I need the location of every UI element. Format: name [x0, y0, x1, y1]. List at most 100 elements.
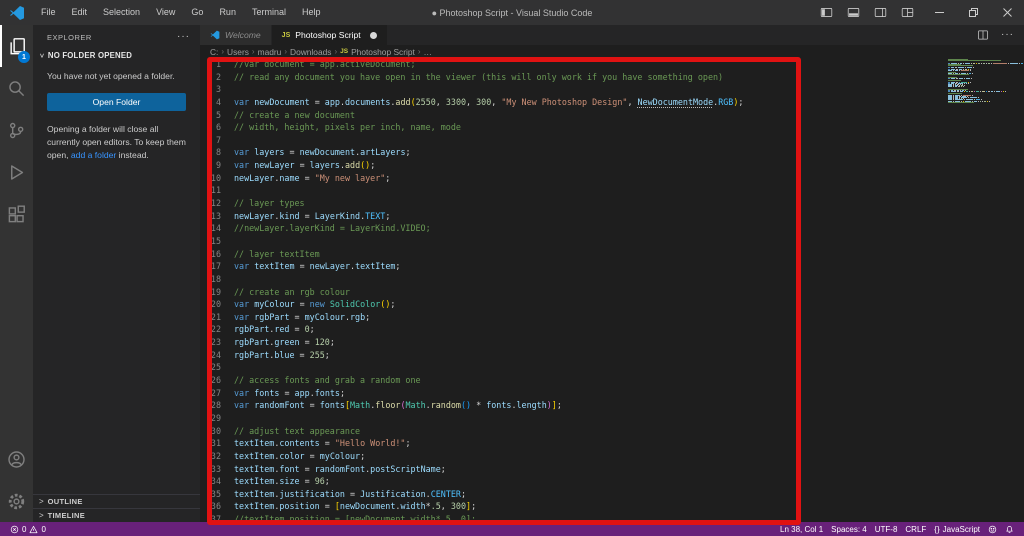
chevron-right-icon: >: [39, 497, 44, 506]
open-folder-button[interactable]: Open Folder: [47, 93, 186, 111]
minimize-button[interactable]: [922, 0, 956, 25]
minimap[interactable]: [948, 58, 1008, 103]
menu-help[interactable]: Help: [294, 0, 329, 25]
menu-view[interactable]: View: [148, 0, 183, 25]
more-actions-icon[interactable]: ···: [1001, 33, 1014, 37]
code-line: 32textItem.color = myColour;: [200, 450, 1024, 463]
no-folder-opened-section-header[interactable]: ∨ NO FOLDER OPENED: [33, 49, 200, 64]
problems-indicator[interactable]: 0 0: [6, 522, 50, 536]
accounts-icon[interactable]: [0, 438, 33, 480]
code-line: 27var fonts = app.fonts;: [200, 387, 1024, 400]
settings-gear-icon[interactable]: [0, 480, 33, 522]
explorer-icon[interactable]: 1: [0, 25, 33, 67]
breadcrumb-users[interactable]: Users: [227, 47, 249, 57]
extensions-icon[interactable]: [0, 193, 33, 235]
javascript-file-icon: JS: [282, 32, 291, 39]
code-line: 11: [200, 184, 1024, 197]
breadcrumb-file[interactable]: Photoshop Script: [351, 47, 415, 57]
menu-bar: File Edit Selection View Go Run Terminal…: [33, 0, 328, 25]
unsaved-changes-dot[interactable]: [370, 32, 377, 39]
code-line: 14//newLayer.layerKind = LayerKind.VIDEO…: [200, 222, 1024, 235]
code-line: 28var randomFont = fonts[Math.floor(Math…: [200, 399, 1024, 412]
cursor-position[interactable]: Ln 38, Col 1: [776, 522, 827, 536]
code-line: 10newLayer.name = "My new layer";: [200, 172, 1024, 185]
code-line: 1//var document = app.activeDocument;: [200, 58, 1024, 71]
indentation-setting[interactable]: Spaces: 4: [827, 522, 871, 536]
code-line: 18: [200, 273, 1024, 286]
window-controls: [922, 0, 1024, 25]
breadcrumb-symbol[interactable]: …: [424, 47, 432, 57]
breadcrumb-downloads[interactable]: Downloads: [290, 47, 331, 57]
code-line: 35textItem.justification = Justification…: [200, 488, 1024, 501]
code-line: 36textItem.position = [newDocument.width…: [200, 500, 1024, 513]
menu-edit[interactable]: Edit: [64, 0, 96, 25]
code-line: 12// layer types: [200, 197, 1024, 210]
window-title: ● Photoshop Script - Visual Studio Code: [432, 8, 593, 18]
code-line: 22rgbPart.red = 0;: [200, 323, 1024, 336]
encoding-setting[interactable]: UTF-8: [871, 522, 902, 536]
javascript-file-icon: JS: [340, 48, 348, 55]
source-control-icon[interactable]: [0, 109, 33, 151]
breadcrumb-drive[interactable]: C:: [210, 47, 218, 57]
run-and-debug-icon[interactable]: [0, 151, 33, 193]
chevron-right-icon: ›: [252, 47, 255, 56]
menu-selection[interactable]: Selection: [95, 0, 148, 25]
eol-setting[interactable]: CRLF: [901, 522, 930, 536]
no-folder-message: You have not yet opened a folder.: [47, 70, 186, 83]
activity-bar: 1: [0, 25, 33, 522]
notifications-bell-icon[interactable]: [1001, 522, 1018, 536]
code-line: 13newLayer.kind = LayerKind.TEXT;: [200, 210, 1024, 223]
code-line: 33textItem.font = randomFont.postScriptN…: [200, 463, 1024, 476]
code-editor[interactable]: 1//var document = app.activeDocument;2//…: [200, 58, 1024, 522]
vscode-logo-icon: [210, 30, 220, 40]
code-line: 21var rgbPart = myColour.rgb;: [200, 311, 1024, 324]
toggle-secondary-sidebar-icon[interactable]: [874, 6, 887, 19]
toggle-sidebar-icon[interactable]: [820, 6, 833, 19]
chevron-right-icon: ›: [284, 47, 287, 56]
menu-run[interactable]: Run: [211, 0, 244, 25]
error-icon: [10, 525, 19, 534]
code-line: 23rgbPart.green = 120;: [200, 336, 1024, 349]
tab-photoshop-script[interactable]: JS Photoshop Script: [272, 25, 387, 45]
code-line: 2// read any document you have open in t…: [200, 71, 1024, 84]
warning-icon: [29, 525, 38, 534]
explorer-sidebar: EXPLORER ··· ∨ NO FOLDER OPENED You have…: [33, 25, 200, 522]
menu-terminal[interactable]: Terminal: [244, 0, 294, 25]
add-a-folder-link[interactable]: add a folder: [71, 150, 116, 160]
code-line: 9var newLayer = layers.add();: [200, 159, 1024, 172]
close-button[interactable]: [990, 0, 1024, 25]
search-icon[interactable]: [0, 67, 33, 109]
sidebar-more-actions-icon[interactable]: ···: [177, 34, 190, 40]
code-line: 6// width, height, pixels per inch, name…: [200, 121, 1024, 134]
code-line: 34textItem.size = 96;: [200, 475, 1024, 488]
feedback-icon[interactable]: [984, 522, 1001, 536]
code-line: 26// access fonts and grab a random one: [200, 374, 1024, 387]
chevron-right-icon: ›: [221, 47, 224, 56]
code-line: 30// adjust text appearance: [200, 425, 1024, 438]
tab-welcome[interactable]: Welcome: [200, 25, 272, 45]
status-bar: 0 0 Ln 38, Col 1 Spaces: 4 UTF-8 CRLF {}…: [0, 522, 1024, 536]
code-line: 37//textItem.position = [newDocument.wid…: [200, 513, 1024, 522]
sidebar-title: EXPLORER: [47, 33, 92, 42]
vscode-logo-icon: [9, 5, 25, 21]
code-line: 15: [200, 235, 1024, 248]
outline-section-header[interactable]: > OUTLINE: [33, 494, 200, 508]
breadcrumb-user[interactable]: madru: [258, 47, 282, 57]
customize-layout-icon[interactable]: [901, 6, 914, 19]
editor-scrollbar[interactable]: [1010, 58, 1024, 522]
timeline-section-header[interactable]: > TIMELINE: [33, 508, 200, 522]
menu-file[interactable]: File: [33, 0, 64, 25]
layout-controls: [820, 6, 914, 19]
menu-go[interactable]: Go: [183, 0, 211, 25]
title-bar: File Edit Selection View Go Run Terminal…: [0, 0, 1024, 25]
language-mode[interactable]: {}JavaScript: [930, 522, 984, 536]
code-line: 3: [200, 83, 1024, 96]
code-line: 7: [200, 134, 1024, 147]
split-editor-icon[interactable]: [977, 29, 989, 41]
toggle-panel-icon[interactable]: [847, 6, 860, 19]
code-line: 24rgbPart.blue = 255;: [200, 349, 1024, 362]
code-line: 20var myColour = new SolidColor();: [200, 298, 1024, 311]
restore-button[interactable]: [956, 0, 990, 25]
code-line: 5// create a new document: [200, 109, 1024, 122]
open-folder-note: Opening a folder will close all currentl…: [47, 123, 186, 162]
